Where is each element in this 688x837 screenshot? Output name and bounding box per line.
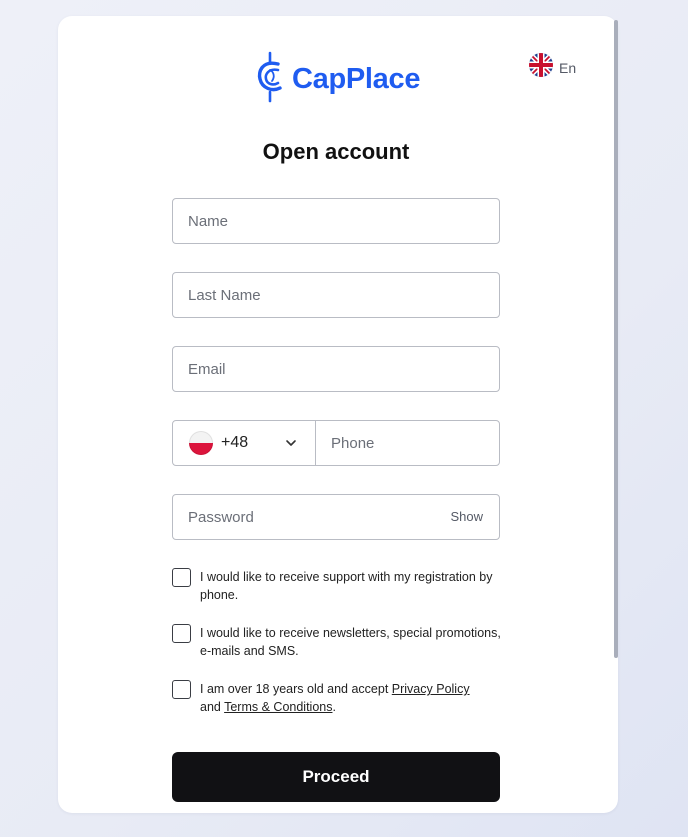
newsletter-consent: I would like to receive newsletters, spe… xyxy=(172,624,502,660)
phone-input[interactable] xyxy=(316,421,499,465)
last-name-field-wrapper xyxy=(172,272,500,318)
terms-conditions-link[interactable]: Terms & Conditions xyxy=(224,700,332,714)
country-code-dropdown[interactable]: +48 xyxy=(173,421,316,465)
brand-logo: CapPlace xyxy=(256,50,421,109)
show-password-button[interactable]: Show xyxy=(450,509,483,524)
age-terms-checkbox[interactable] xyxy=(172,680,191,699)
last-name-input[interactable] xyxy=(173,273,499,317)
language-selector[interactable]: En xyxy=(529,53,576,82)
privacy-policy-link[interactable]: Privacy Policy xyxy=(392,682,470,696)
page-title: Open account xyxy=(262,139,410,164)
support-phone-label: I would like to receive support with my … xyxy=(200,570,493,602)
age-terms-text-prefix: I am over 18 years old and accept xyxy=(200,682,392,696)
name-field-wrapper xyxy=(172,198,500,244)
proceed-button[interactable]: Proceed xyxy=(172,752,500,802)
age-terms-text-suffix: . xyxy=(332,700,336,714)
poland-flag-icon xyxy=(189,431,213,455)
newsletter-label: I would like to receive newsletters, spe… xyxy=(200,626,501,658)
phone-field-wrapper: +48 xyxy=(172,420,500,466)
email-input[interactable] xyxy=(173,347,499,391)
age-terms-text-middle: and xyxy=(200,700,225,714)
support-phone-checkbox[interactable] xyxy=(172,568,191,587)
language-label: En xyxy=(559,59,577,76)
newsletter-checkbox[interactable] xyxy=(172,624,191,643)
chevron-down-icon xyxy=(285,436,297,454)
uk-flag-icon xyxy=(529,53,553,82)
scrollbar[interactable] xyxy=(614,20,618,658)
brand-name: CapPlace xyxy=(292,62,421,95)
age-terms-label: I am over 18 years old and accept Privac… xyxy=(200,680,470,716)
capplace-logo-icon xyxy=(256,50,286,109)
password-field-wrapper: Show xyxy=(172,494,500,540)
name-input[interactable] xyxy=(173,199,499,243)
email-field-wrapper xyxy=(172,346,500,392)
country-code-value: +48 xyxy=(221,434,249,451)
age-terms-consent: I am over 18 years old and accept Privac… xyxy=(172,680,502,716)
support-phone-consent: I would like to receive support with my … xyxy=(172,568,502,604)
